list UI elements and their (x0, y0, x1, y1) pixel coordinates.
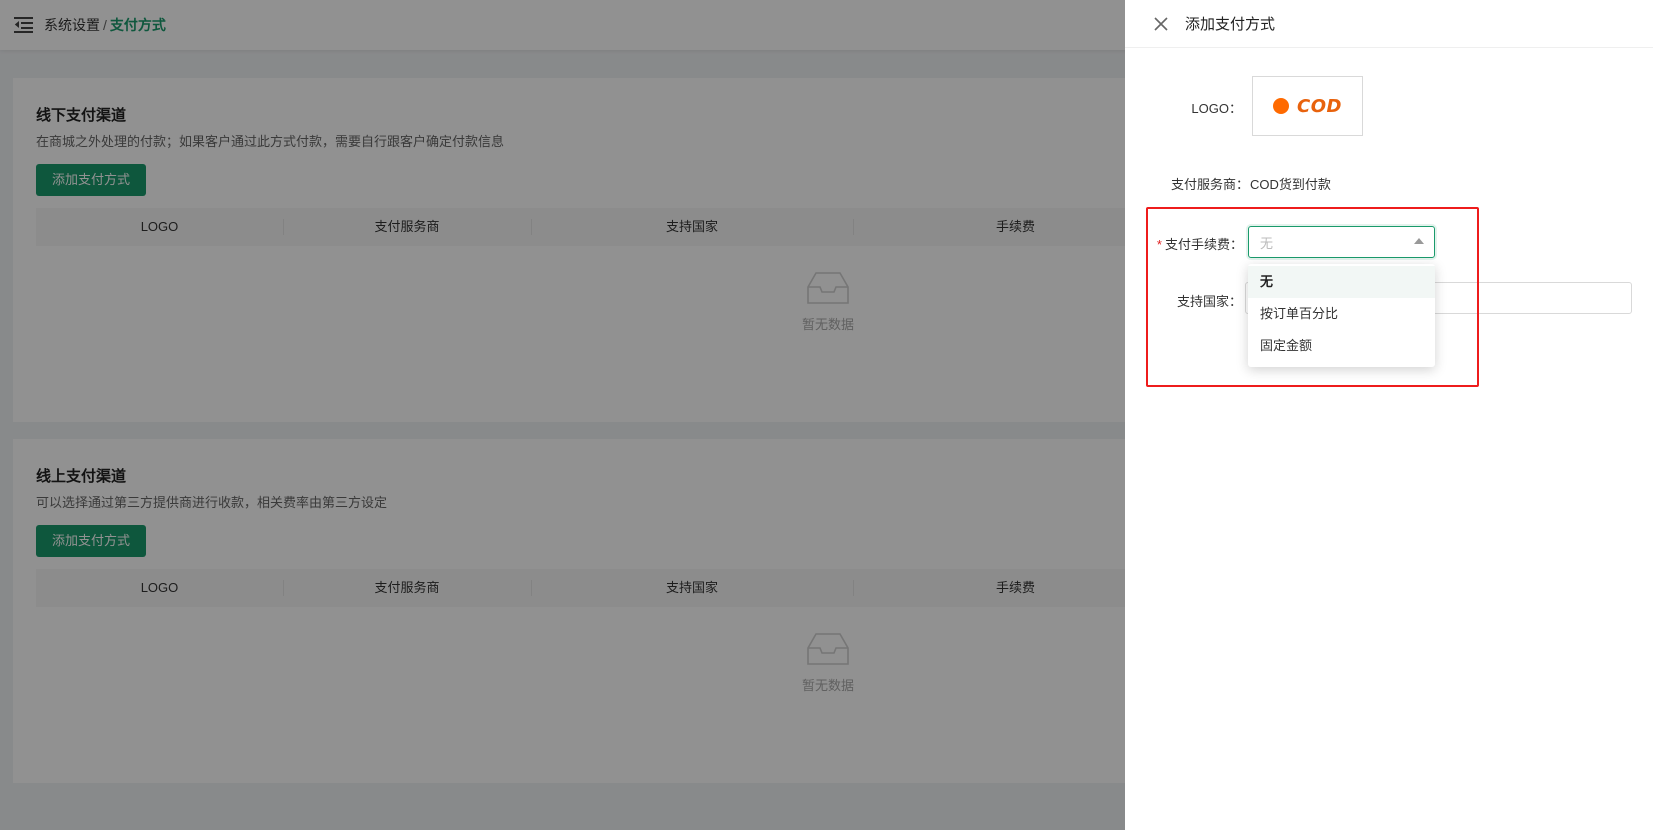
add-payment-drawer: 添加支付方式 LOGO： COD 支付服务商： COD货到付款 * 支付手续费： … (1125, 0, 1653, 830)
cod-logo-text: COD (1297, 95, 1342, 117)
annotation-highlight-box (1146, 207, 1479, 387)
drawer-header: 添加支付方式 (1125, 0, 1653, 48)
logo-label: LOGO： (1191, 101, 1242, 116)
provider-value: COD货到付款 (1250, 177, 1331, 192)
provider-label: 支付服务商： (1170, 177, 1249, 192)
cod-logo-dot-icon (1273, 98, 1290, 114)
close-icon[interactable] (1153, 16, 1169, 32)
logo-upload[interactable]: COD (1252, 76, 1363, 136)
drawer-title: 添加支付方式 (1185, 16, 1276, 33)
